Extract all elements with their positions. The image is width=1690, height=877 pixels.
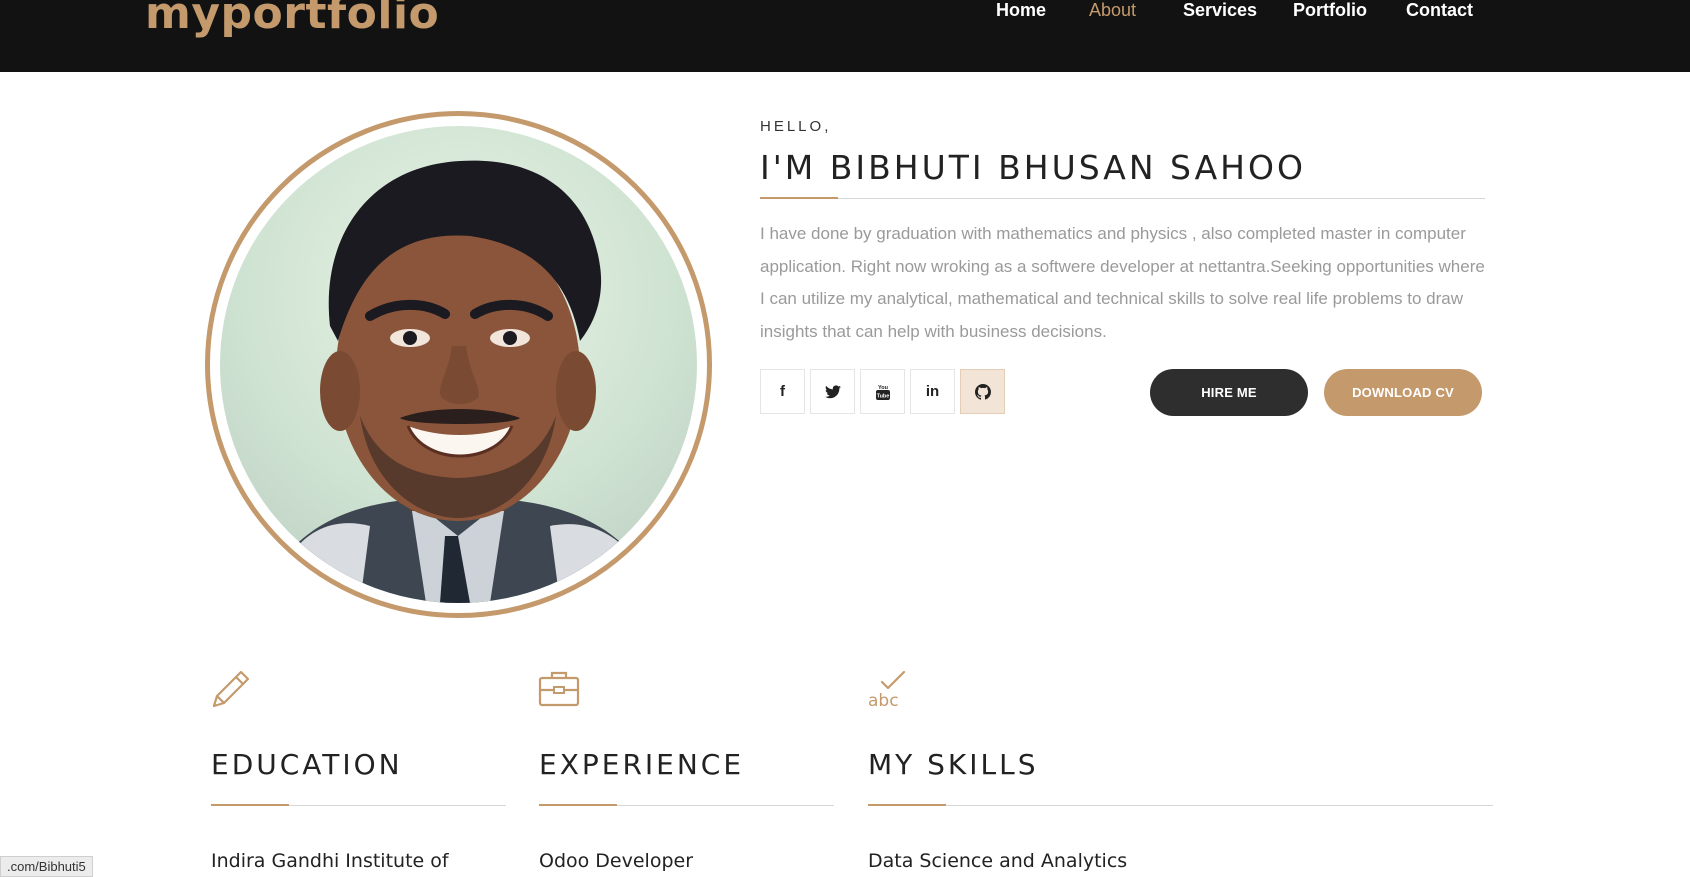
download-cv-button[interactable]: DOWNLOAD CV: [1324, 369, 1482, 416]
nav-about[interactable]: About: [1089, 0, 1136, 21]
education-divider: [211, 804, 506, 806]
greeting-text: HELLO,: [760, 118, 832, 135]
top-navbar: myportfolio Home About Services Portfoli…: [0, 0, 1690, 72]
svg-text:You: You: [878, 385, 888, 391]
briefcase-icon: [538, 671, 580, 707]
skills-divider: [868, 804, 1493, 806]
nav-contact[interactable]: Contact: [1406, 0, 1473, 21]
bio-paragraph: I have done by graduation with mathemati…: [760, 224, 1485, 341]
facebook-button[interactable]: f: [760, 369, 805, 414]
twitter-button[interactable]: [810, 369, 855, 414]
profile-name-heading: I'M BIBHUTI BHUSAN SAHOO: [760, 148, 1306, 187]
education-divider-accent: [211, 804, 289, 806]
nav-portfolio[interactable]: Portfolio: [1293, 0, 1367, 21]
skills-divider-accent: [868, 804, 946, 806]
linkedin-button[interactable]: in: [910, 369, 955, 414]
skills-heading: MY SKILLS: [868, 748, 1039, 781]
profile-portrait-illustration: [260, 160, 660, 603]
github-icon: [974, 383, 991, 400]
svg-text:Tube: Tube: [876, 393, 889, 399]
experience-divider: [539, 804, 834, 806]
youtube-icon: You Tube: [875, 385, 890, 400]
experience-heading: EXPERIENCE: [539, 748, 745, 781]
profile-photo: [220, 126, 697, 603]
nav-services[interactable]: Services: [1183, 0, 1257, 21]
pencil-icon: [212, 670, 250, 708]
experience-item: Odoo Developer: [539, 850, 694, 872]
youtube-button[interactable]: You Tube: [860, 369, 905, 414]
abc-check-icon: abc: [868, 670, 906, 710]
skills-item: Data Science and Analytics: [868, 850, 1128, 872]
nav-home[interactable]: Home: [996, 0, 1046, 21]
twitter-icon: [824, 384, 841, 398]
linkedin-icon: in: [925, 383, 940, 400]
name-divider-accent: [760, 197, 838, 199]
hire-me-button[interactable]: HIRE ME: [1150, 369, 1308, 416]
profile-photo-frame: [205, 111, 712, 618]
link-status-bar: .com/Bibhuti5: [0, 856, 93, 877]
name-divider: [760, 197, 1485, 199]
facebook-icon: f: [780, 383, 785, 400]
site-logo[interactable]: myportfolio: [145, 0, 439, 39]
education-item: Indira Gandhi Institute of: [211, 850, 449, 872]
svg-text:abc: abc: [868, 691, 899, 710]
github-button[interactable]: [960, 369, 1005, 414]
education-heading: EDUCATION: [211, 748, 403, 781]
experience-divider-accent: [539, 804, 617, 806]
